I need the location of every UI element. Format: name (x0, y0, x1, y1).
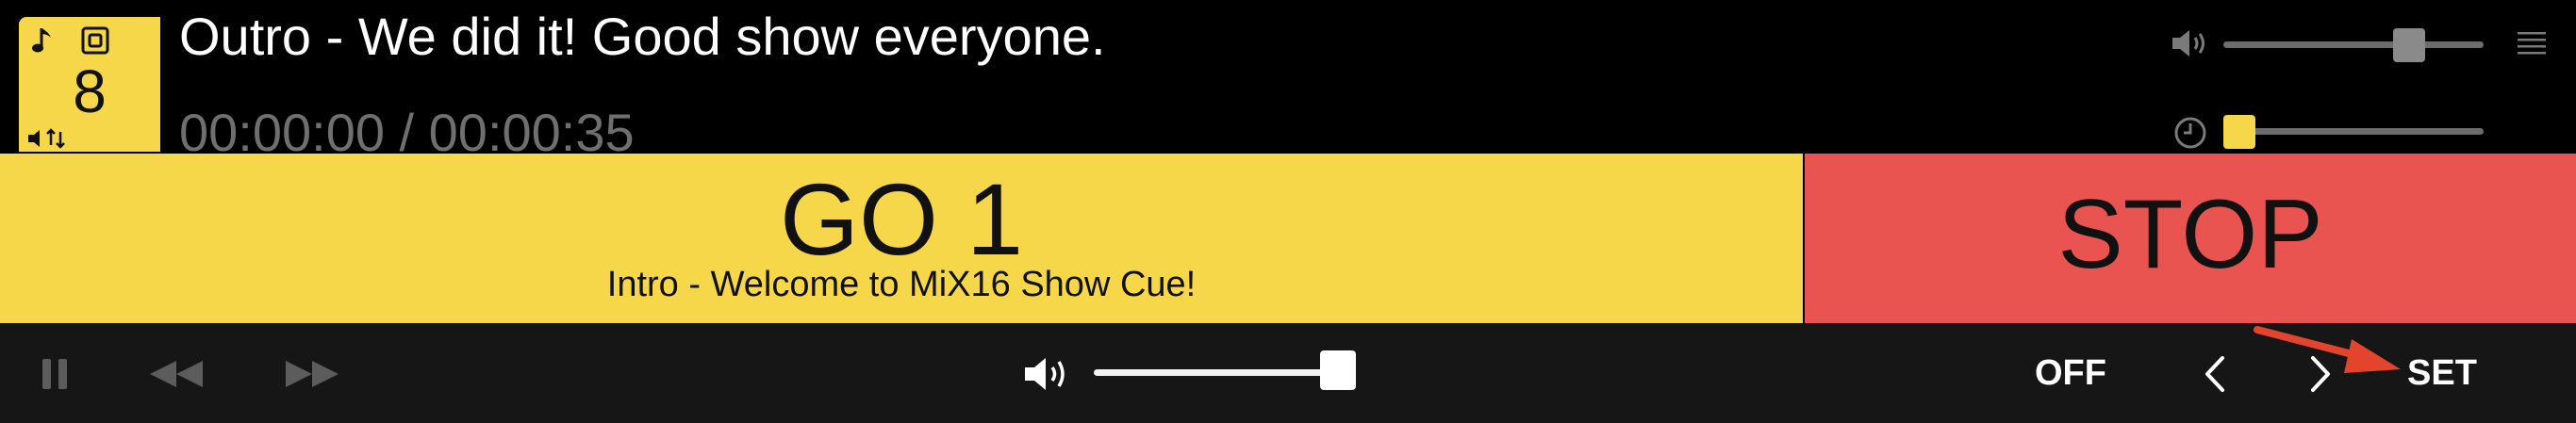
cue-volume-slider[interactable] (2223, 41, 2484, 48)
speaker-icon (2172, 30, 2204, 57)
rewind-icon (150, 360, 203, 387)
cue-tile[interactable]: 8 (19, 17, 160, 152)
fast-forward-icon (286, 360, 339, 387)
cue-number: 8 (73, 57, 107, 125)
square-box-icon (81, 26, 109, 55)
chevron-left-icon (2205, 355, 2224, 392)
rewind-button[interactable] (141, 324, 211, 423)
speaker-fade-icon (28, 128, 65, 149)
go-button[interactable]: GO 1 Intro - Welcome to MiX16 Show Cue! (0, 154, 1803, 323)
set-button[interactable]: SET (2404, 324, 2480, 423)
annotation-arrow-icon (2254, 326, 2401, 373)
transport-bar: OFF SET (0, 324, 2576, 423)
menu-icon[interactable] (2516, 28, 2548, 60)
speaker-icon (1025, 357, 1065, 390)
stop-button-label: STOP (2057, 180, 2323, 289)
go-button-next-cue-name: Intro - Welcome to MiX16 Show Cue! (606, 265, 1197, 304)
cue-title: Outro - We did it! Good show everyone. (179, 7, 1106, 66)
pause-button[interactable] (34, 324, 75, 423)
go-button-label: GO 1 (779, 162, 1024, 276)
fast-forward-button[interactable] (277, 324, 347, 423)
cue-time-slider[interactable] (2223, 128, 2484, 135)
previous-cue-button[interactable] (2193, 324, 2235, 423)
stop-button[interactable]: STOP (1805, 154, 2576, 323)
clock-icon (2174, 117, 2206, 149)
off-button[interactable]: OFF (2033, 324, 2108, 423)
master-volume-button[interactable] (1018, 324, 1075, 423)
cue-volume-slider-thumb[interactable] (2393, 28, 2425, 62)
master-volume-slider[interactable] (1094, 369, 1341, 376)
pause-icon (42, 358, 67, 389)
music-note-icon (32, 28, 51, 53)
master-volume-slider-thumb[interactable] (1320, 350, 1356, 390)
cue-time-slider-thumb[interactable] (2223, 115, 2255, 149)
